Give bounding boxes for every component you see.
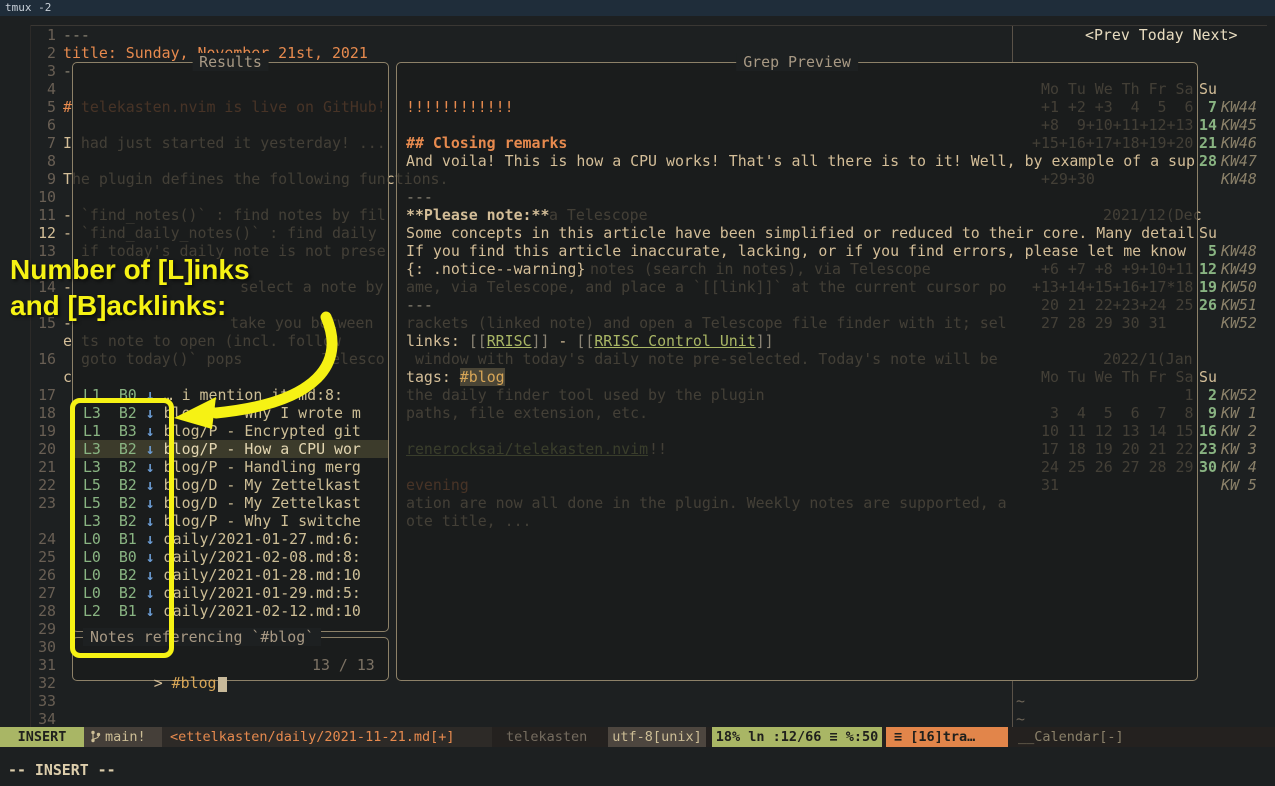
- terminal-screen: tmux -2 ---title: Sunday, November 21st,…: [0, 0, 1275, 786]
- tmux-status-bar: tmux -2: [0, 0, 1275, 16]
- empty-line-tilde: ~: [1016, 710, 1025, 728]
- line-number: 21: [32, 458, 56, 476]
- calendar-sunday[interactable]: 2: [1199, 386, 1217, 404]
- calendar-week-label: KW48: [1221, 170, 1257, 188]
- grep-preview-window: Grep Preview: [396, 62, 1198, 681]
- annotation-highlight-box: [70, 398, 174, 658]
- calendar-sunday[interactable]: 23: [1199, 440, 1217, 458]
- calendar-week-label: KW51: [1221, 296, 1257, 314]
- line-number: 7: [32, 134, 56, 152]
- buffer-text: -: [63, 62, 72, 80]
- git-branch-segment: main!: [84, 727, 162, 747]
- line-number: 28: [32, 602, 56, 620]
- annotation-line1: Number of [L]inks: [10, 254, 250, 286]
- line-number: 11: [32, 206, 56, 224]
- calendar-week-label: KW50: [1221, 278, 1257, 296]
- buffer-text: e: [63, 332, 72, 350]
- empty-line-tilde: ~: [1016, 692, 1025, 710]
- annotation-arrow: [150, 311, 350, 431]
- calendar-week-label: KW46: [1221, 134, 1257, 152]
- calendar-week-label: KW52: [1221, 314, 1257, 332]
- line-number: 26: [32, 566, 56, 584]
- line-number: 27: [32, 584, 56, 602]
- calendar-next-button[interactable]: Next>: [1184, 26, 1238, 44]
- line-number: 10: [32, 188, 56, 206]
- line-number: 22: [32, 476, 56, 494]
- grep-preview-title: Grep Preview: [736, 53, 858, 71]
- editor-area[interactable]: ---title: Sunday, November 21st, 2021-# …: [0, 16, 1275, 727]
- calendar-week-label: KW49: [1221, 260, 1257, 278]
- calendar-sunday[interactable]: 9: [1199, 404, 1217, 422]
- plugin-name: telekasten: [506, 727, 587, 747]
- calendar-sunday[interactable]: 16: [1199, 422, 1217, 440]
- calendar-week-label: KW 3: [1221, 440, 1257, 458]
- calendar-sunday[interactable]: 28: [1199, 152, 1217, 170]
- line-number: 31: [32, 656, 56, 674]
- calendar-week-label: KW 4: [1221, 458, 1257, 476]
- calendar-prev-button[interactable]: <Prev: [1085, 26, 1130, 44]
- line-number: 30: [32, 638, 56, 656]
- buffer-text: ---: [63, 26, 90, 44]
- calendar-sunday[interactable]: 5: [1199, 242, 1217, 260]
- calendar-sunday-header: Su: [1199, 224, 1217, 242]
- calendar-sunday[interactable]: 26: [1199, 296, 1217, 314]
- statusline: INSERT main! <ettelkasten/daily/2021-11-…: [0, 727, 1275, 747]
- calendar-week-label: KW48: [1221, 242, 1257, 260]
- calendar-week-label: KW 1: [1221, 404, 1257, 422]
- line-number: 34: [32, 710, 56, 728]
- line-number: 20: [32, 440, 56, 458]
- calendar-sunday[interactable]: 12: [1199, 260, 1217, 278]
- line-number: 1: [32, 26, 56, 44]
- git-branch-icon: [90, 730, 101, 743]
- line-number: 24: [32, 530, 56, 548]
- calendar-sunday[interactable]: 21: [1199, 134, 1217, 152]
- calendar-sunday-header: Su: [1199, 80, 1217, 98]
- results-window-title: Results: [192, 53, 269, 71]
- filename-segment: <ettelkasten/daily/2021-11-21.md[+]: [162, 727, 492, 747]
- buffer-text: c: [63, 368, 72, 386]
- line-number: 5: [32, 98, 56, 116]
- line-number: 32: [32, 674, 56, 692]
- calendar-week-label: KW52: [1221, 386, 1257, 404]
- calendar-week-label: KW47: [1221, 152, 1257, 170]
- calendar-statusline: __Calendar[-]: [1018, 727, 1124, 747]
- mode-indicator: INSERT: [0, 727, 84, 747]
- calendar-sunday[interactable]: 14: [1199, 116, 1217, 134]
- line-number: 25: [32, 548, 56, 566]
- cursor-position-segment: 18% ln :12/66 ≡ %:50: [712, 727, 882, 747]
- calendar-nav: <Prev Today Next>: [1085, 26, 1237, 44]
- line-number: 2: [32, 44, 56, 62]
- calendar-sunday[interactable]: 19: [1199, 278, 1217, 296]
- calendar-sunday-header: Su: [1199, 368, 1217, 386]
- line-number: 33: [32, 692, 56, 710]
- line-number: 19: [32, 422, 56, 440]
- line-number: 23: [32, 494, 56, 512]
- calendar-week-label: KW 5: [1221, 476, 1257, 494]
- line-number: 9: [32, 170, 56, 188]
- calendar-sunday[interactable]: 7: [1199, 98, 1217, 116]
- mode-message: -- INSERT --: [8, 760, 116, 780]
- encoding-segment: utf-8[unix]: [608, 727, 706, 747]
- calendar-week-label: KW 2: [1221, 422, 1257, 440]
- calendar-sunday[interactable]: 30: [1199, 458, 1217, 476]
- line-number: 12: [32, 224, 56, 242]
- line-number: 29: [32, 620, 56, 638]
- line-number: 16: [32, 350, 56, 368]
- calendar-week-label: KW44: [1221, 98, 1257, 116]
- buffer-indicator-segment: ≡ [16]tra…: [886, 727, 1008, 747]
- line-number: 3: [32, 62, 56, 80]
- line-number: 6: [32, 116, 56, 134]
- line-number: 17: [32, 386, 56, 404]
- git-branch-label: main!: [105, 729, 146, 745]
- calendar-week-label: KW45: [1221, 116, 1257, 134]
- line-number: 18: [32, 404, 56, 422]
- line-number: 4: [32, 80, 56, 98]
- line-number: 8: [32, 152, 56, 170]
- calendar-today-button[interactable]: Today: [1130, 26, 1184, 44]
- tmux-title: tmux -2: [5, 1, 51, 14]
